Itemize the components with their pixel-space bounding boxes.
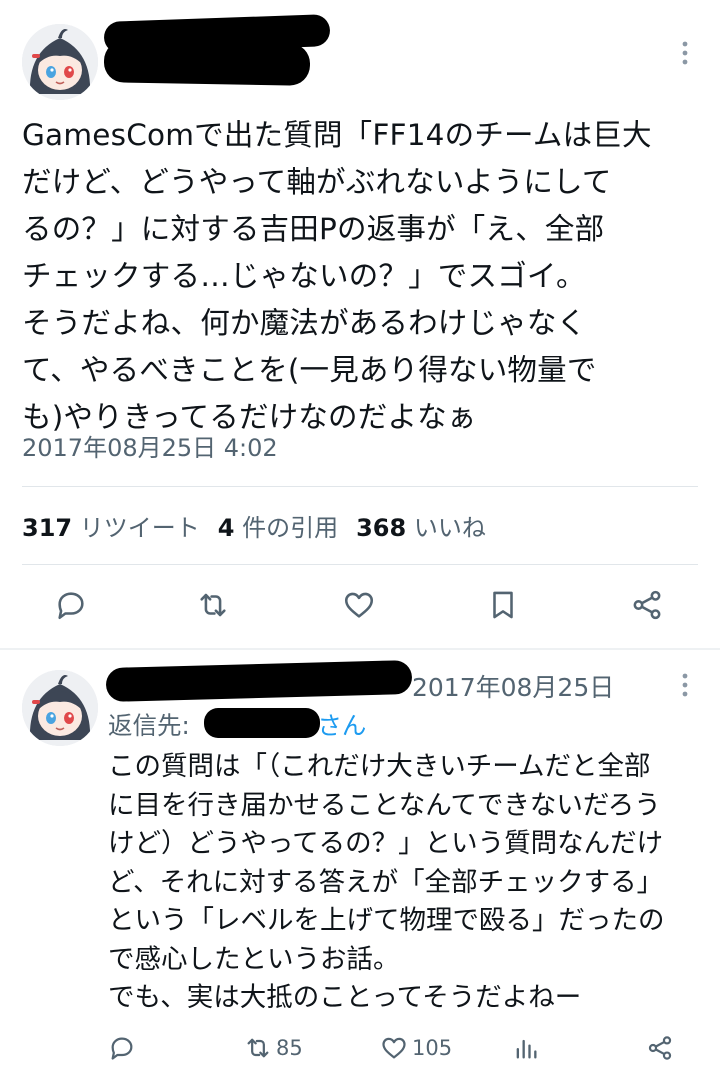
retweet-count: 85 (276, 1036, 303, 1060)
likes-count: 368 (356, 514, 407, 542)
divider (22, 564, 698, 565)
retweets-count: 317 (22, 514, 73, 542)
avatar-image (22, 670, 98, 746)
retweet-icon (200, 593, 226, 617)
retweets-label: リツイート (79, 514, 200, 542)
heart-icon (382, 1037, 406, 1059)
tweet-timestamp[interactable]: 2017年08月25日 4:02 (22, 428, 278, 463)
quotes-count: 4 (217, 514, 235, 542)
redacted-handle (103, 40, 311, 86)
more-options-button[interactable] (670, 668, 700, 702)
reply-text: この質問は「（これだけ大きいチームだと全部 に目を行き届かせることなんてできない… (108, 751, 665, 1013)
avatar[interactable] (22, 24, 98, 100)
avatar[interactable] (22, 670, 98, 746)
reply-button[interactable] (108, 1028, 140, 1065)
bookmark-button[interactable] (480, 582, 526, 628)
reply-button[interactable] (48, 582, 94, 628)
tweet-separator (0, 648, 720, 650)
more-vert-icon (682, 41, 688, 65)
retweets-stat[interactable]: 317 リツイート (22, 514, 200, 542)
reply-icon (111, 1037, 133, 1060)
divider (22, 486, 698, 487)
tweet-text: GamesComで出た質問「FF14のチームは巨大 だけど、どうやって軸がぶれな… (22, 118, 652, 434)
share-button[interactable] (646, 1028, 678, 1065)
likes-label: いいね (413, 514, 486, 542)
more-vert-icon (682, 673, 688, 697)
main-tweet: GamesComで出た質問「FF14のチームは巨大 だけど、どうやって軸がぶれな… (0, 0, 720, 648)
reply-to-label: 返信先: (108, 711, 190, 740)
avatar-image (22, 24, 98, 100)
retweet-icon (247, 1038, 269, 1058)
more-options-button[interactable] (670, 36, 700, 70)
bookmark-icon (493, 591, 513, 619)
analytics-icon (516, 1039, 537, 1059)
quotes-label: 件の引用 (242, 514, 339, 542)
heart-icon (344, 592, 374, 618)
retweet-button[interactable] (190, 582, 236, 628)
retweet-button[interactable]: 85 (244, 1028, 303, 1065)
reply-timestamp[interactable]: 2017年08月25日 (412, 668, 614, 704)
analytics-button[interactable] (512, 1028, 544, 1065)
share-icon (648, 1036, 672, 1060)
likes-stat[interactable]: 368 いいね (356, 514, 486, 542)
share-icon (633, 590, 661, 620)
share-button[interactable] (624, 582, 670, 628)
like-button[interactable] (336, 582, 382, 628)
redacted-name (105, 660, 413, 702)
quotes-stat[interactable]: 4 件の引用 (218, 514, 338, 542)
like-count: 105 (412, 1036, 453, 1060)
tweet-stats: 317 リツイート 4 件の引用 368 いいね (22, 508, 486, 543)
reply-icon (58, 592, 84, 620)
like-button[interactable]: 105 (380, 1028, 452, 1065)
redacted-reply-handle (204, 708, 320, 738)
